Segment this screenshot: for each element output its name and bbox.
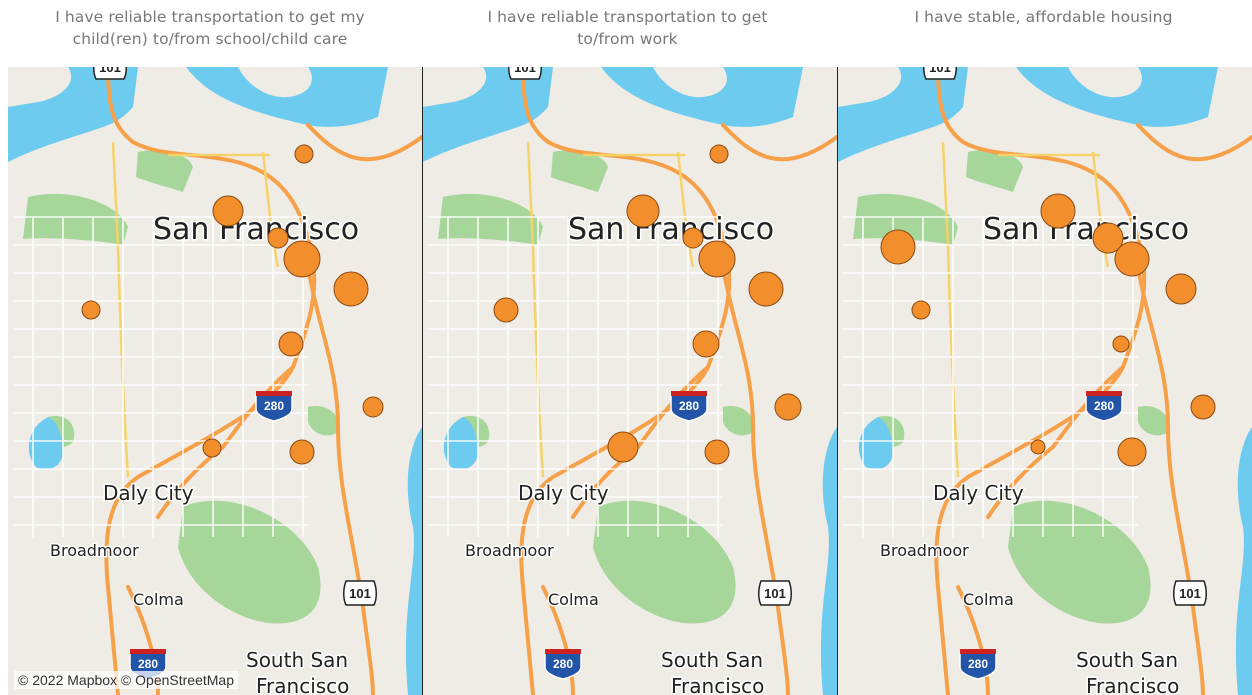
label-south-san-francisco-2: Francisco bbox=[256, 674, 349, 695]
data-point-north[interactable] bbox=[709, 144, 729, 164]
label-south-san-francisco-2: Francisco bbox=[1086, 674, 1179, 695]
label-broadmoor: Broadmoor bbox=[880, 541, 969, 560]
map-canvas[interactable]: 101 280 101 280 San Francisco Daly City Broadm… bbox=[838, 67, 1252, 695]
data-point-nob-hill[interactable] bbox=[267, 227, 289, 249]
data-point-marina[interactable] bbox=[1040, 193, 1076, 229]
data-point-mission[interactable] bbox=[278, 331, 304, 357]
route-101-label: 101 bbox=[1179, 586, 1201, 601]
data-point-mission[interactable] bbox=[1112, 335, 1130, 353]
route-280-shield: 280 bbox=[255, 391, 293, 422]
route-280-label: 280 bbox=[553, 657, 573, 671]
route-280-shield: 280 bbox=[544, 649, 582, 680]
label-daly-city: Daly City bbox=[103, 481, 194, 505]
panel-title-1-line2: child(ren) to/from school/child care bbox=[72, 30, 348, 48]
data-point-soma[interactable] bbox=[748, 271, 784, 307]
label-south-san-francisco: South San bbox=[661, 648, 763, 672]
route-101-label: 101 bbox=[929, 67, 951, 75]
label-colma: Colma bbox=[133, 590, 184, 609]
route-101-label: 101 bbox=[514, 67, 536, 75]
route-101-shield: 101 bbox=[343, 580, 377, 606]
route-101-shield: 101 bbox=[923, 67, 957, 80]
label-colma: Colma bbox=[548, 590, 599, 609]
route-101-shield: 101 bbox=[508, 67, 542, 80]
data-point-lakeshore[interactable] bbox=[1030, 439, 1046, 455]
route-280-shield: 280 bbox=[670, 391, 708, 422]
label-san-francisco: San Francisco bbox=[983, 212, 1189, 247]
route-101-shield: 101 bbox=[758, 580, 792, 606]
data-point-downtown[interactable] bbox=[698, 240, 736, 278]
data-point-excelsior[interactable] bbox=[1117, 437, 1147, 467]
data-point-mission[interactable] bbox=[692, 330, 720, 358]
data-point-soma[interactable] bbox=[1165, 273, 1197, 305]
label-south-san-francisco: South San bbox=[246, 648, 348, 672]
route-101-label: 101 bbox=[764, 586, 786, 601]
data-point-marina[interactable] bbox=[626, 194, 660, 228]
data-point-nob-hill[interactable] bbox=[682, 227, 704, 249]
route-280-shield: 280 bbox=[1085, 391, 1123, 422]
label-colma: Colma bbox=[963, 590, 1014, 609]
map-panel-3[interactable]: 101 280 101 280 San Francisco Daly City Broadm… bbox=[838, 67, 1252, 695]
data-point-downtown[interactable] bbox=[1114, 241, 1150, 277]
data-point-bayview[interactable] bbox=[774, 393, 802, 421]
data-point-soma[interactable] bbox=[333, 271, 369, 307]
data-point-richmond[interactable] bbox=[880, 229, 916, 265]
map-panel-2[interactable]: 101 280 101 280 San Francisco Daly City Broadm… bbox=[423, 67, 838, 695]
data-point-sunset[interactable] bbox=[493, 297, 519, 323]
label-daly-city: Daly City bbox=[518, 481, 609, 505]
route-280-label: 280 bbox=[1094, 399, 1114, 413]
map-panel-1[interactable]: 101 280 101 280 San Francisco Daly City Broadm… bbox=[8, 67, 423, 695]
route-280-label: 280 bbox=[968, 657, 988, 671]
data-point-ingleside[interactable] bbox=[202, 438, 222, 458]
route-101-shield: 101 bbox=[1173, 580, 1207, 606]
route-280-label: 280 bbox=[264, 399, 284, 413]
route-280-label: 280 bbox=[679, 399, 699, 413]
route-101-label: 101 bbox=[349, 586, 371, 601]
panel-title-2: I have reliable transportation to get to… bbox=[420, 6, 835, 64]
data-point-marina[interactable] bbox=[212, 195, 244, 227]
map-canvas[interactable]: 101 280 101 280 San Francisco Daly City Broadm… bbox=[423, 67, 837, 695]
panel-title-1: I have reliable transportation to get my… bbox=[0, 6, 420, 64]
data-point-sunset[interactable] bbox=[81, 300, 101, 320]
panel-title-1-line1: I have reliable transportation to get my bbox=[55, 8, 365, 26]
data-point-lakeshore[interactable] bbox=[607, 431, 639, 463]
panel-title-3: I have stable, affordable housing bbox=[835, 6, 1252, 64]
map-canvas[interactable]: 101 280 101 280 San Francisco Daly City Broadm… bbox=[8, 67, 422, 695]
panel-title-2-line2: to/from work bbox=[577, 30, 678, 48]
data-point-north[interactable] bbox=[294, 144, 314, 164]
label-san-francisco: San Francisco bbox=[568, 212, 774, 247]
label-broadmoor: Broadmoor bbox=[50, 541, 139, 560]
data-point-bayview[interactable] bbox=[1190, 394, 1216, 420]
data-point-bayview[interactable] bbox=[362, 396, 384, 418]
route-101-label: 101 bbox=[99, 67, 121, 75]
label-south-san-francisco: South San bbox=[1076, 648, 1178, 672]
route-280-shield: 280 bbox=[959, 649, 997, 680]
map-attribution[interactable]: © 2022 Mapbox © OpenStreetMap bbox=[14, 671, 238, 689]
data-point-downtown[interactable] bbox=[283, 240, 321, 278]
panel-title-3-line2: I have stable, affordable housing bbox=[914, 8, 1173, 26]
label-south-san-francisco-2: Francisco bbox=[671, 674, 764, 695]
route-101-shield: 101 bbox=[93, 67, 127, 80]
route-280-label: 280 bbox=[138, 657, 158, 671]
data-point-excelsior[interactable] bbox=[289, 439, 315, 465]
label-broadmoor: Broadmoor bbox=[465, 541, 554, 560]
label-daly-city: Daly City bbox=[933, 481, 1024, 505]
data-point-sunset[interactable] bbox=[911, 300, 931, 320]
data-point-excelsior[interactable] bbox=[704, 439, 730, 465]
label-san-francisco: San Francisco bbox=[153, 212, 359, 247]
panel-title-2-line1: I have reliable transportation to get bbox=[487, 8, 768, 26]
